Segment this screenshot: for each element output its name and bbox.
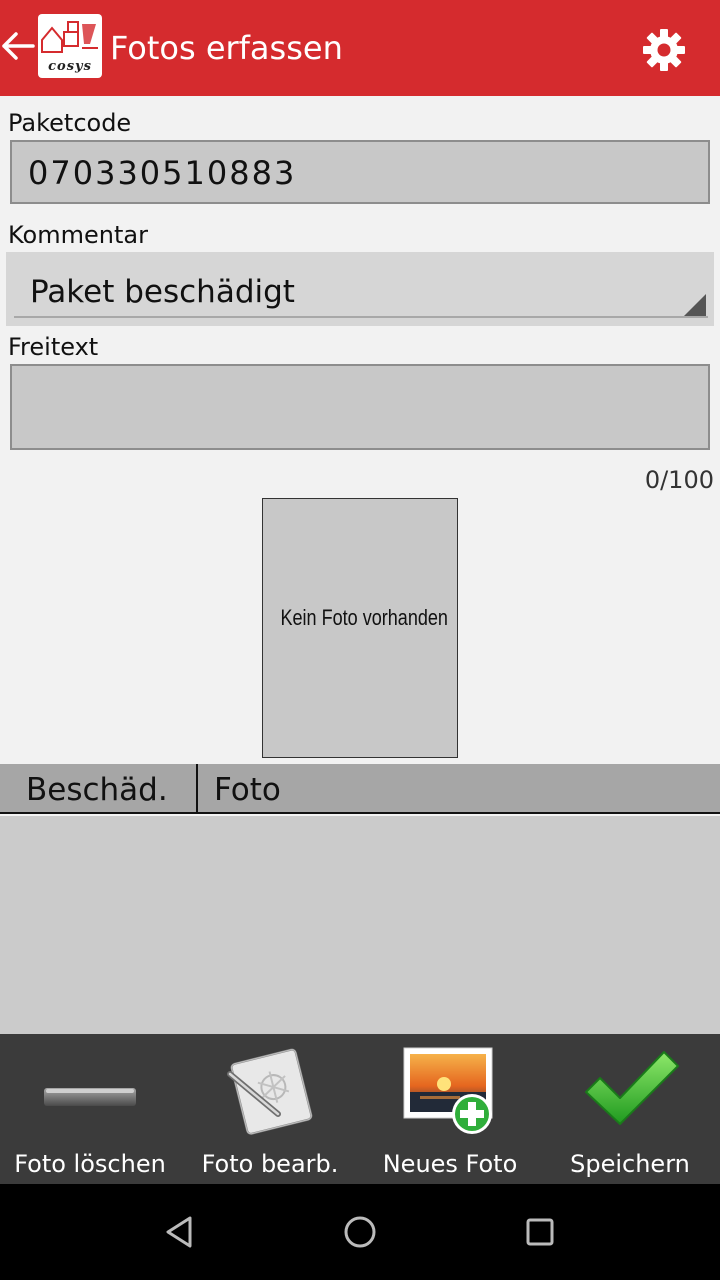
app-bar: cosys Fotos erfassen (0, 0, 720, 96)
edit-photo-label: Foto bearb. (201, 1150, 339, 1178)
add-photo-icon (403, 1047, 493, 1134)
edit-notebook-icon (227, 1048, 313, 1135)
save-button[interactable]: Speichern (540, 1034, 720, 1184)
paketcode-input[interactable]: 070330510883 (10, 140, 710, 204)
new-photo-button[interactable]: Neues Foto (360, 1034, 540, 1184)
freitext-label: Freitext (8, 333, 99, 361)
arrow-left-icon[interactable] (0, 28, 36, 64)
column-header-foto[interactable]: Foto (214, 772, 281, 808)
edit-photo-button[interactable]: Foto bearb. (180, 1034, 360, 1184)
gear-icon[interactable] (640, 26, 688, 74)
no-photo-text: Kein Foto vorhanden (280, 605, 448, 630)
character-counter: 0/100 (644, 466, 714, 494)
save-label: Speichern (570, 1150, 690, 1178)
page-title: Fotos erfassen (110, 29, 343, 67)
kommentar-select[interactable]: Paket beschädigt (6, 252, 714, 326)
delete-photo-button[interactable]: Foto löschen (0, 1034, 180, 1184)
delete-photo-label: Foto löschen (14, 1150, 166, 1178)
table-body[interactable] (0, 816, 720, 1034)
photo-preview[interactable]: Kein Foto vorhanden (262, 498, 458, 758)
paketcode-value: 070330510883 (28, 154, 297, 192)
spinner-underline (14, 316, 708, 318)
table-header: Beschäd. Foto (0, 764, 720, 814)
column-divider (196, 764, 198, 812)
minus-bar-icon (44, 1088, 136, 1106)
freitext-input[interactable] (10, 364, 710, 450)
recents-square-icon[interactable] (520, 1212, 560, 1252)
column-header-beschaed[interactable]: Beschäd. (26, 772, 168, 808)
logo-text: cosys (48, 59, 92, 74)
logo-graphic-icon (41, 21, 98, 53)
checkmark-icon (585, 1051, 679, 1125)
paketcode-label: Paketcode (8, 109, 132, 137)
new-photo-label: Neues Foto (382, 1150, 518, 1178)
bottom-toolbar: Foto löschen Foto bearb. Neues Foto Spei… (0, 1034, 720, 1184)
app-logo: cosys (38, 14, 102, 78)
kommentar-label: Kommentar (8, 221, 148, 249)
home-circle-icon[interactable] (340, 1212, 380, 1252)
back-triangle-icon[interactable] (160, 1212, 200, 1252)
dropdown-triangle-icon (684, 294, 706, 316)
kommentar-selected-value: Paket beschädigt (30, 274, 295, 310)
system-nav-bar (0, 1184, 720, 1280)
